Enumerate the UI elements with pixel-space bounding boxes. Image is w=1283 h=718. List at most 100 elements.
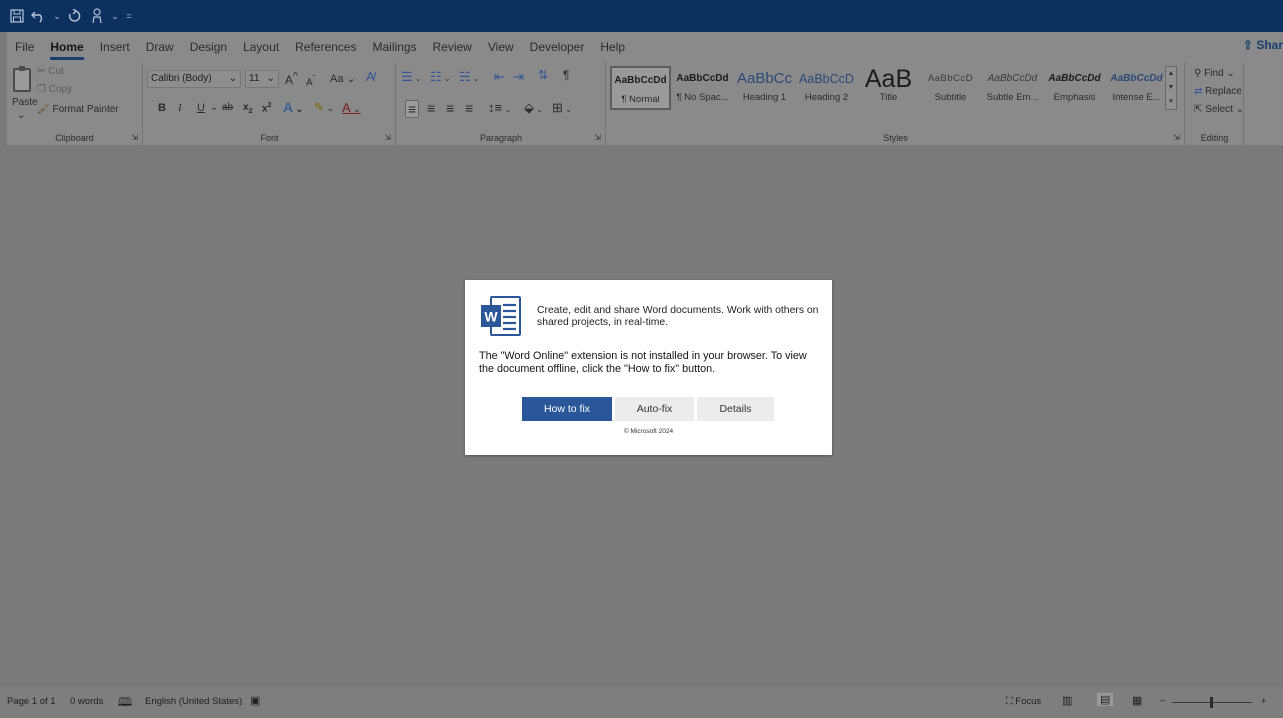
paste-icon[interactable] [13, 66, 31, 92]
shrink-font-button[interactable]: Aˇ [306, 73, 315, 88]
text-effects-button[interactable]: A ⌄ [283, 99, 303, 115]
tab-design[interactable]: Design [182, 32, 235, 62]
italic-button[interactable]: I [178, 102, 182, 114]
font-color-button[interactable]: A ⌄ [342, 100, 361, 115]
zoom-slider-thumb[interactable] [1210, 697, 1213, 708]
clear-formatting-icon[interactable]: A̸ [366, 69, 375, 84]
scissors-icon: ✂ [37, 66, 46, 77]
accessibility-icon[interactable]: ▣ [250, 694, 260, 707]
tab-mailings[interactable]: Mailings [364, 32, 424, 62]
shading-icon[interactable]: ⬙ ⌄ [524, 100, 543, 116]
tab-file[interactable]: File [7, 32, 42, 62]
chevron-up-icon[interactable]: ▲ [1168, 70, 1175, 77]
align-left-icon[interactable]: ≡ [405, 100, 420, 118]
style-heading-1[interactable]: AaBbCc Heading 1 [734, 66, 795, 110]
paste-button[interactable]: Paste [12, 97, 38, 108]
chevron-down-icon[interactable]: ⌄ [110, 6, 120, 26]
subscript-button[interactable]: x2 [243, 102, 252, 115]
superscript-button[interactable]: x2 [262, 102, 271, 114]
change-case-button[interactable]: Aa ⌄ [330, 72, 356, 85]
style-normal[interactable]: AaBbCcDd ¶ Normal [610, 66, 671, 110]
ribbon-tabs: File Home Insert Draw Design Layout Refe… [7, 32, 633, 62]
web-layout-icon[interactable]: ▦ [1132, 694, 1142, 707]
bold-button[interactable]: B [158, 102, 166, 114]
tab-help[interactable]: Help [592, 32, 633, 62]
align-right-icon[interactable]: ≡ [446, 100, 454, 116]
how-to-fix-button[interactable]: How to fix [522, 397, 612, 421]
ribbon-groups: Paste ⌄ ✂ Cut ❐ Copy 🖌 Format Painter Cl… [7, 62, 1283, 145]
justify-icon[interactable]: ≡ [465, 100, 473, 116]
cut-button[interactable]: ✂ Cut [37, 66, 64, 77]
dialog-launcher-icon[interactable]: ⇲ [384, 133, 391, 142]
style-no-spacing[interactable]: AaBbCcDd ¶ No Spac... [672, 66, 733, 110]
style-subtitle[interactable]: AaBbCcD Subtitle [920, 66, 981, 110]
multilevel-list-icon[interactable]: ☵ ⌄ [459, 69, 480, 85]
zoom-out-button[interactable]: − [1160, 696, 1166, 707]
customize-toolbar-icon[interactable]: = [124, 6, 134, 26]
tab-references[interactable]: References [287, 32, 364, 62]
read-aloud-icon[interactable]: 🕮 [118, 693, 132, 714]
word-count[interactable]: 0 words [70, 696, 103, 707]
style-subtle-emphasis[interactable]: AaBbCcDd Subtle Em... [982, 66, 1043, 110]
tab-view[interactable]: View [480, 32, 522, 62]
decrease-indent-icon[interactable]: ⇤ [494, 69, 505, 85]
title-bar: ⌄ ⌄ = [0, 0, 1283, 32]
style-emphasis[interactable]: AaBbCcDd Emphasis [1044, 66, 1105, 110]
read-mode-icon[interactable]: ▥ [1062, 694, 1072, 707]
numbering-icon[interactable]: ☷ ⌄ [430, 69, 451, 85]
page-count[interactable]: Page 1 of 1 [7, 696, 56, 707]
bullets-icon[interactable]: ☰ ⌄ [401, 69, 422, 85]
dialog-launcher-icon[interactable]: ⇲ [594, 133, 601, 142]
redo-icon[interactable] [66, 6, 84, 26]
tab-layout[interactable]: Layout [235, 32, 287, 62]
chevron-down-icon[interactable]: ⌄ [52, 6, 62, 26]
style-title[interactable]: AaB Title [858, 66, 919, 110]
find-button[interactable]: ⚲ Find ⌄ [1194, 68, 1235, 79]
tab-draw[interactable]: Draw [138, 32, 182, 62]
increase-indent-icon[interactable]: ⇥ [513, 69, 524, 85]
tab-insert[interactable]: Insert [92, 32, 138, 62]
editing-group: ⚲ Find ⌄ ⇄ Replace ⇱ Select ⌄ Editing [1186, 62, 1244, 145]
focus-icon: ⛶ [1006, 696, 1013, 707]
save-icon[interactable] [8, 6, 26, 26]
copyright-text: © Microsoft 2024 [623, 428, 674, 435]
style-intense-emphasis[interactable]: AaBbCcDd Intense E... [1106, 66, 1167, 110]
style-heading-2[interactable]: AaBbCcD Heading 2 [796, 66, 857, 110]
details-button[interactable]: Details [697, 397, 774, 421]
highlight-button[interactable]: ✎ ⌄ [314, 100, 334, 114]
borders-icon[interactable]: ⊞ ⌄ [552, 100, 572, 116]
pilcrow-icon[interactable]: ¶ [563, 68, 569, 82]
align-center-icon[interactable]: ≡ [427, 100, 435, 116]
copy-button[interactable]: ❐ Copy [37, 84, 72, 95]
strikethrough-button[interactable]: ab [222, 102, 233, 113]
tab-home[interactable]: Home [42, 32, 91, 62]
underline-button[interactable]: U [197, 102, 205, 114]
replace-button[interactable]: ⇄ Replace [1194, 86, 1242, 97]
styles-gallery-scroll[interactable]: ▲ ▼ ▾ [1165, 66, 1177, 110]
auto-fix-button[interactable]: Auto-fix [615, 397, 694, 421]
dialog-launcher-icon[interactable]: ⇲ [1173, 133, 1180, 142]
status-bar: Page 1 of 1 0 words 🕮 English (United St… [0, 687, 1283, 718]
paintbrush-icon: 🖌 [37, 104, 50, 115]
language-indicator[interactable]: English (United States) [145, 696, 242, 707]
tab-developer[interactable]: Developer [522, 32, 593, 62]
font-family-select[interactable]: Calibri (Body) ⌄ [147, 70, 241, 88]
sort-icon[interactable]: ⇅ [538, 68, 548, 82]
touch-mode-icon[interactable] [88, 6, 106, 26]
paste-chevron-icon[interactable]: ⌄ [17, 110, 25, 121]
underline-chevron-icon[interactable]: ⌄ [210, 102, 218, 113]
font-size-select[interactable]: 11 ⌄ [245, 70, 279, 88]
dialog-launcher-icon[interactable]: ⇲ [131, 133, 138, 142]
zoom-in-button[interactable]: + [1261, 696, 1267, 707]
line-spacing-icon[interactable]: ↕≡ ⌄ [488, 100, 511, 115]
share-button[interactable]: ⇪ Shar [1243, 38, 1283, 52]
tab-review[interactable]: Review [425, 32, 480, 62]
focus-button[interactable]: ⛶ Focus [1006, 696, 1041, 707]
undo-icon[interactable] [30, 6, 48, 26]
chevron-down-icon[interactable]: ▼ [1168, 84, 1175, 91]
format-painter-button[interactable]: 🖌 Format Painter [37, 104, 119, 115]
grow-font-button[interactable]: A^ [285, 71, 298, 87]
print-layout-icon[interactable]: ▤ [1097, 693, 1114, 706]
more-icon[interactable]: ▾ [1169, 98, 1173, 105]
select-button[interactable]: ⇱ Select ⌄ [1194, 104, 1244, 115]
